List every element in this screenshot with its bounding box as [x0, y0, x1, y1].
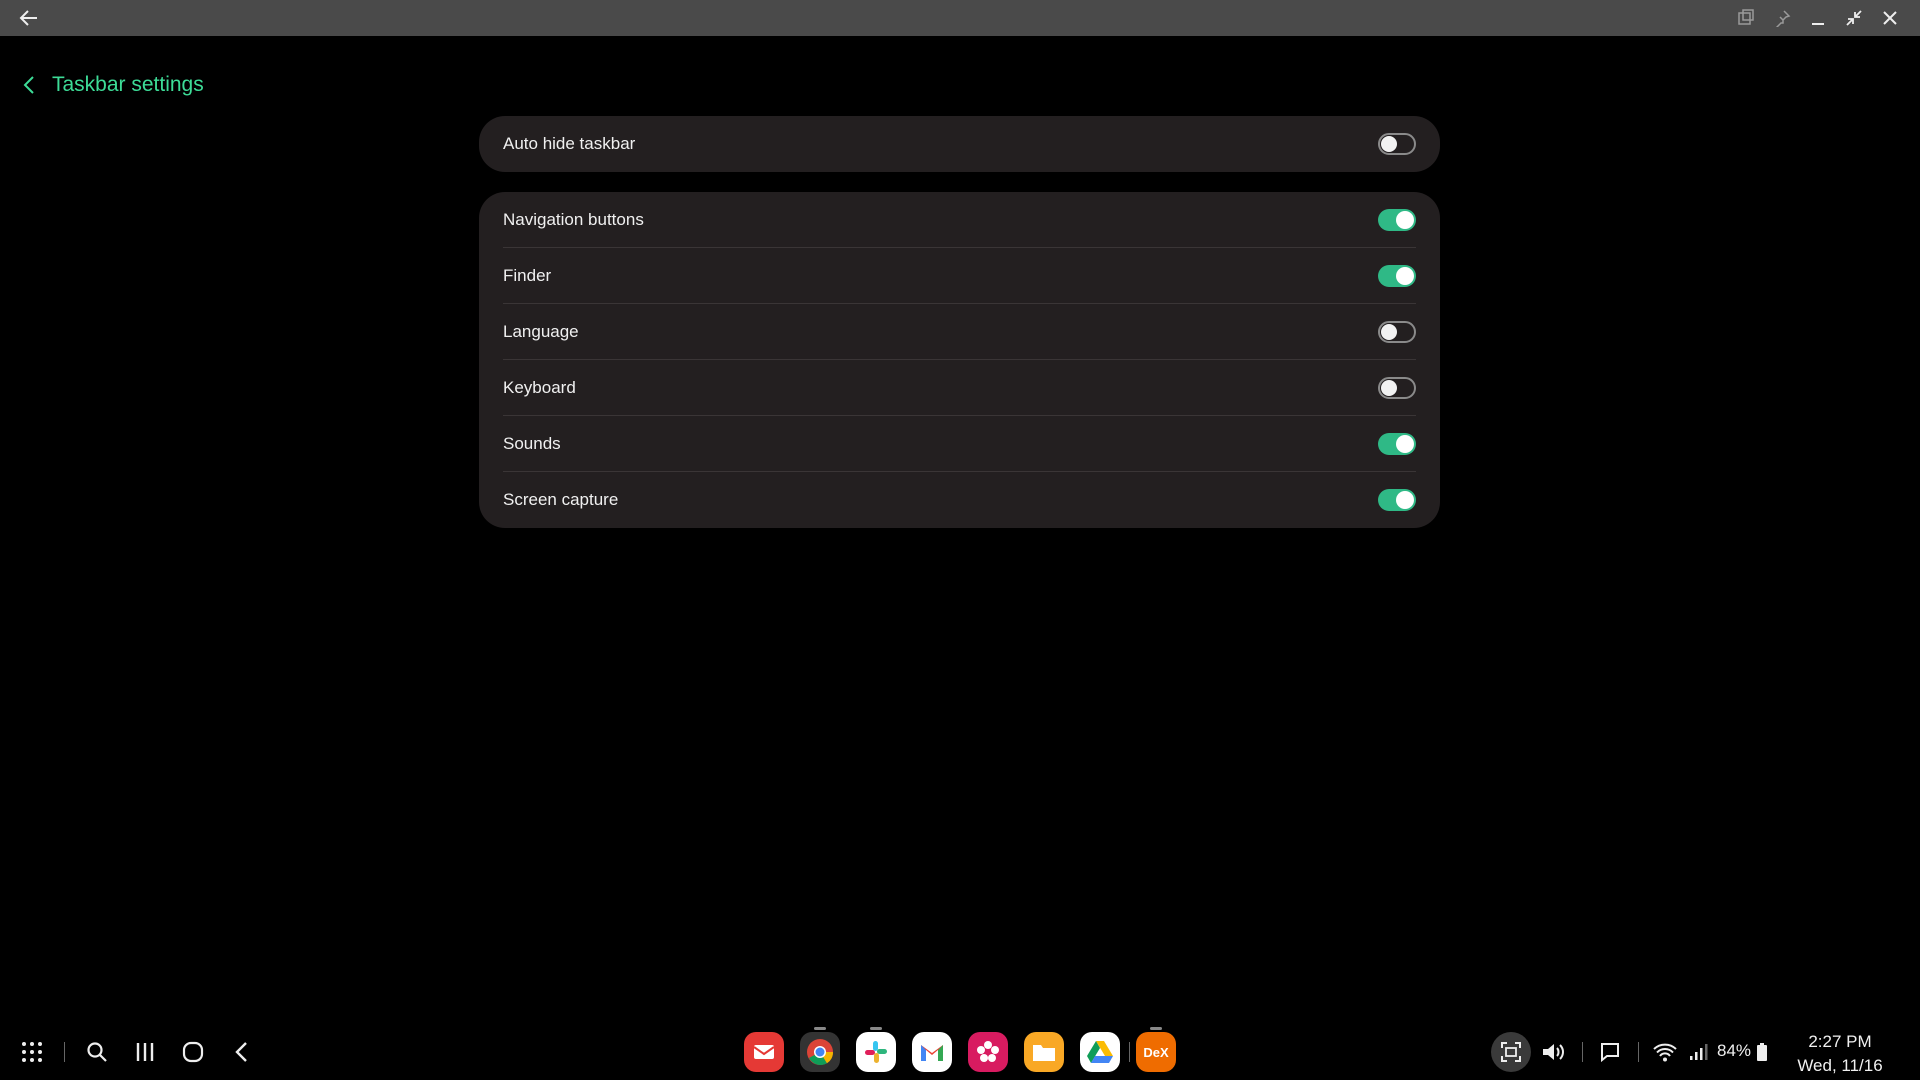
page-title: Taskbar settings [52, 73, 204, 96]
setting-row-language[interactable]: Language [503, 304, 1416, 360]
language-toggle[interactable] [1378, 320, 1416, 343]
volume-icon [1543, 1044, 1564, 1060]
setting-row-screen-capture[interactable]: Screen capture [503, 472, 1416, 528]
setting-row-sounds[interactable]: Sounds [503, 416, 1416, 472]
recents-button[interactable] [129, 1036, 161, 1068]
clock[interactable]: 2:27 PM Wed, 11/16 [1790, 1030, 1890, 1078]
signal-status [1682, 1036, 1714, 1068]
battery-icon [1757, 1043, 1767, 1061]
pin-icon [1775, 10, 1791, 27]
window-back-button[interactable] [16, 5, 42, 31]
back-button[interactable] [22, 75, 36, 95]
apps-grid-icon [22, 1042, 42, 1062]
auto-hide-card: Auto hide taskbar [479, 116, 1440, 172]
taskbar-divider [1638, 1042, 1639, 1062]
battery-percent: 84% [1717, 1041, 1752, 1060]
recents-icon [136, 1043, 154, 1061]
auto-hide-row[interactable]: Auto hide taskbar [479, 116, 1440, 172]
pop-up-view-icon [1738, 9, 1754, 25]
setting-label: Navigation buttons [503, 209, 644, 229]
screen-capture-icon [1501, 1042, 1521, 1062]
home-icon [182, 1041, 204, 1063]
clock-date: Wed, 11/16 [1797, 1056, 1883, 1075]
setting-label: Finder [503, 265, 552, 285]
gallery-app-icon[interactable] [968, 1032, 1008, 1072]
signal-icon [1690, 1044, 1708, 1060]
keyboard-toggle[interactable] [1378, 376, 1416, 399]
search-icon [87, 1042, 107, 1062]
email-app-icon[interactable] [744, 1032, 784, 1072]
collapse-icon [1846, 10, 1862, 26]
slack-app-icon[interactable] [856, 1027, 896, 1072]
home-button[interactable] [177, 1036, 209, 1068]
page-header: Taskbar settings [22, 70, 204, 100]
chevron-left-icon [235, 1042, 247, 1062]
setting-row-finder[interactable]: Finder [503, 248, 1416, 304]
minimize-icon [1812, 23, 1824, 25]
setting-label: Language [503, 321, 579, 341]
drive-app-icon[interactable] [1080, 1032, 1120, 1072]
chrome-app-icon[interactable] [800, 1027, 840, 1072]
taskbar-divider [64, 1042, 65, 1062]
finder-toggle[interactable] [1378, 264, 1416, 287]
apps-button[interactable] [16, 1036, 48, 1068]
sounds-toggle[interactable] [1378, 432, 1416, 455]
message-icon [1601, 1043, 1619, 1063]
finder-button[interactable] [81, 1036, 113, 1068]
clock-time: 2:27 PM [1808, 1032, 1872, 1051]
taskbar-divider [1582, 1042, 1583, 1062]
wifi-icon [1653, 1043, 1677, 1062]
gmail-app-icon[interactable] [912, 1032, 952, 1072]
dex-app-icon[interactable]: DeX [1136, 1027, 1176, 1072]
taskbar-items-card: Navigation buttons Finder Language Keybo… [479, 192, 1440, 528]
setting-row-navigation-buttons[interactable]: Navigation buttons [503, 192, 1416, 248]
setting-row-keyboard[interactable]: Keyboard [503, 360, 1416, 416]
pop-up-view-button[interactable] [1733, 5, 1759, 31]
notifications-button[interactable] [1594, 1036, 1626, 1068]
wifi-status[interactable] [1649, 1036, 1681, 1068]
taskbar: DeX 84% [0, 1024, 1920, 1080]
auto-hide-toggle[interactable] [1378, 133, 1416, 155]
setting-label: Keyboard [503, 377, 576, 397]
window-title-bar [0, 0, 1920, 36]
back-nav-button[interactable] [225, 1036, 257, 1068]
files-app-icon[interactable] [1024, 1032, 1064, 1072]
setting-label: Sounds [503, 433, 561, 453]
navigation-buttons-toggle[interactable] [1378, 208, 1416, 231]
volume-button[interactable] [1537, 1036, 1569, 1068]
pin-button[interactable] [1769, 5, 1795, 31]
screen-capture-toggle[interactable] [1378, 489, 1416, 511]
setting-label: Screen capture [503, 490, 619, 509]
battery-status [1752, 1036, 1772, 1068]
auto-hide-label: Auto hide taskbar [503, 134, 636, 153]
taskbar-divider [1129, 1042, 1130, 1062]
screen-capture-button[interactable] [1491, 1032, 1531, 1072]
chevron-left-icon [23, 76, 34, 94]
dex-label: DeX [1143, 1044, 1169, 1060]
close-icon [1883, 11, 1897, 25]
close-button[interactable] [1877, 5, 1903, 31]
minimize-button[interactable] [1805, 5, 1831, 31]
arrow-left-icon [19, 10, 37, 26]
restore-button[interactable] [1841, 5, 1867, 31]
